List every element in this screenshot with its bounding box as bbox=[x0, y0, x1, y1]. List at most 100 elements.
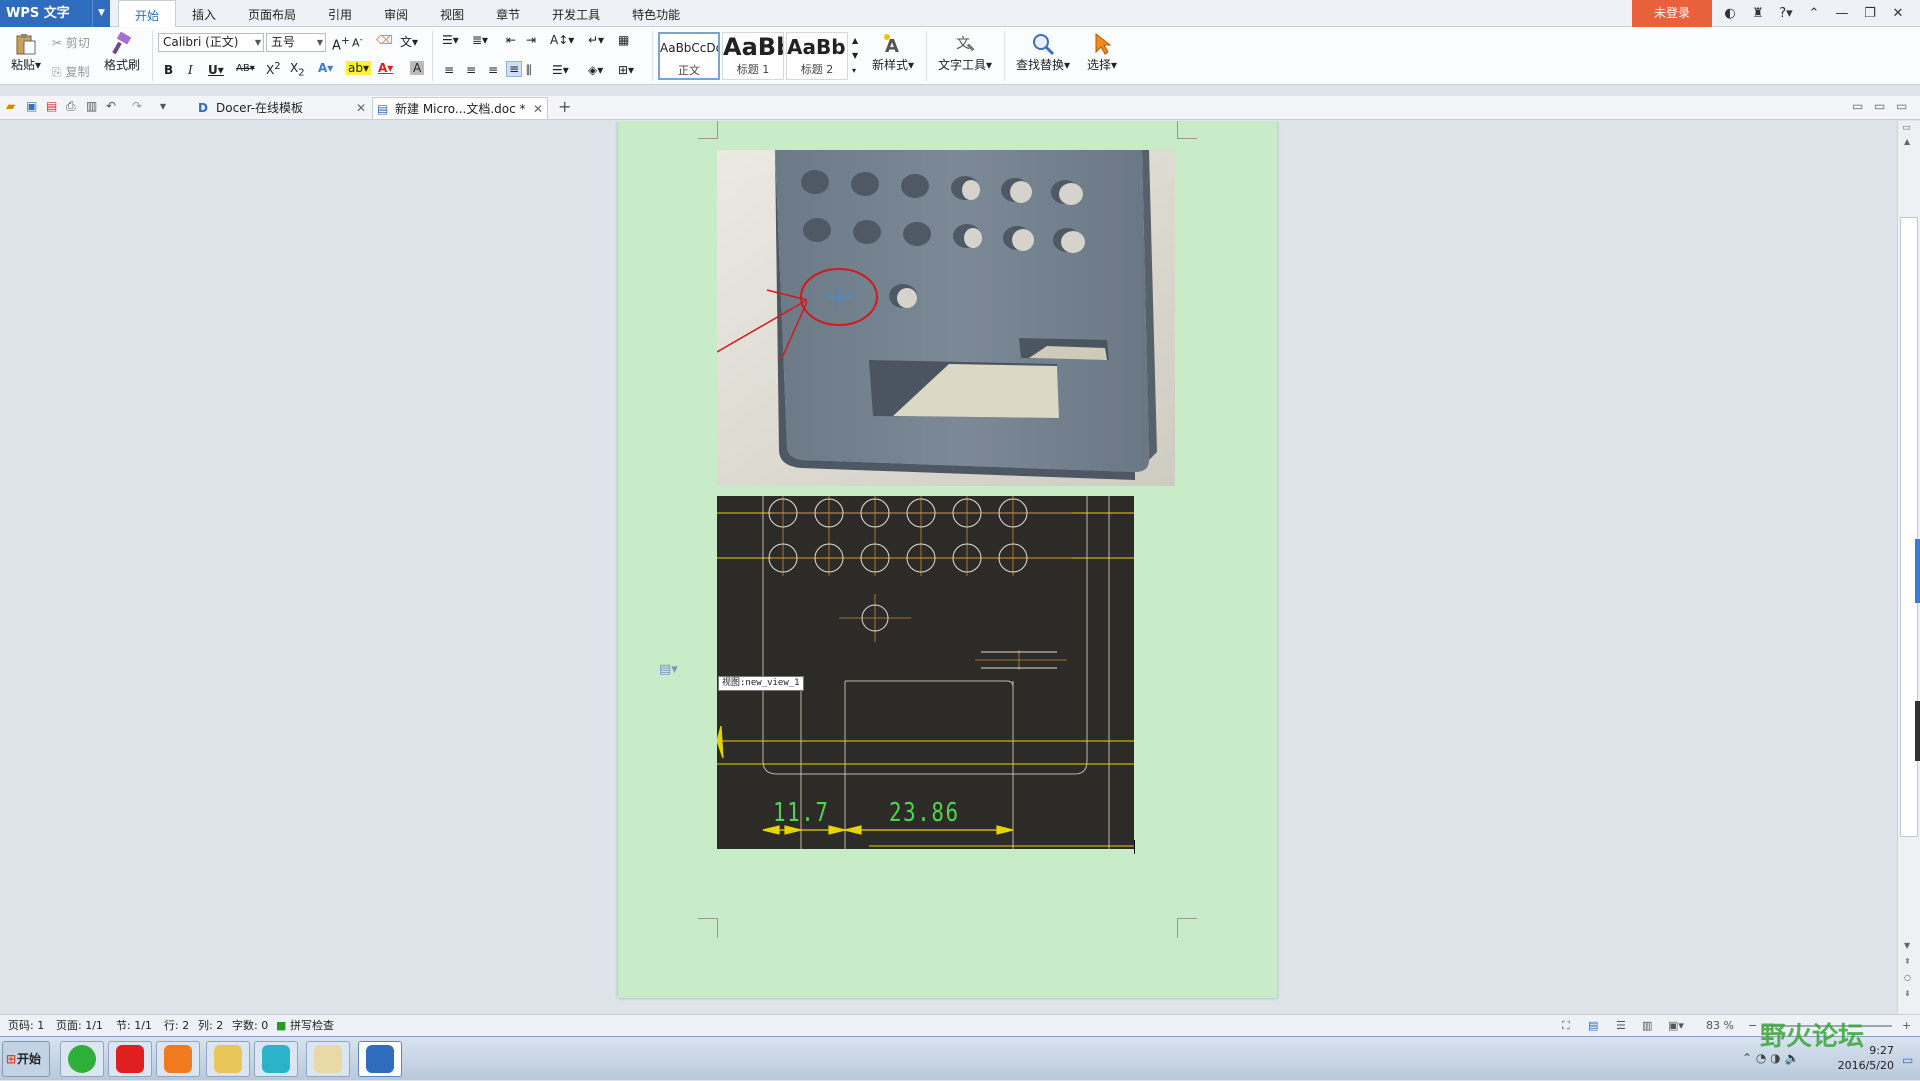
chevron-down-icon[interactable]: ▼ bbox=[92, 0, 110, 27]
tab-docer-templates[interactable]: D Docer-在线模板 ✕ bbox=[194, 97, 370, 119]
tab-home[interactable]: 开始 bbox=[118, 0, 177, 28]
borders-icon[interactable]: ⊞▾ bbox=[618, 63, 634, 77]
open-icon[interactable]: ▰ bbox=[6, 99, 15, 113]
distribute-icon[interactable]: ⫼ bbox=[526, 63, 532, 78]
taskbar-app-red[interactable] bbox=[108, 1041, 152, 1077]
font-name-combo[interactable]: Calibri (正文) ▼ bbox=[158, 33, 264, 52]
split-icon[interactable]: ▭ bbox=[1902, 123, 1911, 133]
taskbar-pdf[interactable] bbox=[156, 1041, 200, 1077]
doc-close-icon[interactable]: ▭ bbox=[1896, 99, 1907, 113]
app-menu-button[interactable]: WPS 文字 ▼ bbox=[0, 0, 110, 27]
bold-icon[interactable]: B bbox=[164, 63, 173, 77]
vertical-scrollbar[interactable]: ▭ ▲ ▼ ⇞ ○ ⇟ bbox=[1897, 121, 1920, 1014]
skin-icon[interactable]: ◐ bbox=[1716, 6, 1744, 21]
export-pdf-icon[interactable]: ▤ bbox=[46, 99, 57, 113]
page-view-icon[interactable]: ▤ bbox=[1588, 1015, 1598, 1037]
side-panel-tab[interactable] bbox=[1915, 539, 1920, 603]
reading-view-icon[interactable]: ▣▾ bbox=[1668, 1015, 1684, 1037]
doc-restore-icon[interactable]: ▭ bbox=[1874, 99, 1885, 113]
line-spacing-icon[interactable]: ☰▾ bbox=[552, 63, 569, 77]
restore-icon[interactable]: ❐ bbox=[1856, 6, 1884, 21]
paste-options-icon[interactable]: ▤▾ bbox=[659, 662, 678, 677]
tray-icons[interactable]: ⌃ ◔ ◑ 🔈 bbox=[1742, 1051, 1799, 1066]
grow-font-icon[interactable]: A+ bbox=[332, 34, 350, 53]
close-tab-icon[interactable]: ✕ bbox=[533, 98, 543, 120]
font-size-combo[interactable]: 五号 ▼ bbox=[266, 33, 326, 52]
align-left-icon[interactable]: ≡ bbox=[444, 63, 454, 77]
status-word-count[interactable]: 字数: 0 bbox=[232, 1015, 268, 1037]
cad-drawing-image[interactable]: 视图:new_view_1 11.7 23.86 bbox=[717, 496, 1134, 849]
close-icon[interactable]: ✕ bbox=[1884, 6, 1912, 21]
tab-chapter[interactable]: 章节 bbox=[480, 0, 536, 27]
scroll-down-icon[interactable]: ▼ bbox=[1904, 941, 1910, 950]
undo-icon[interactable]: ↶ bbox=[106, 99, 116, 113]
zoom-out-icon[interactable]: − bbox=[1748, 1015, 1757, 1037]
char-shading-icon[interactable]: A bbox=[410, 61, 425, 75]
bullet-list-icon[interactable]: ☰▾ bbox=[442, 33, 459, 47]
fullscreen-icon[interactable]: ⛶ bbox=[1562, 1015, 1570, 1037]
new-tab-icon[interactable]: + bbox=[558, 97, 571, 116]
zoom-in-icon[interactable]: + bbox=[1902, 1015, 1911, 1037]
save-icon[interactable]: ▣ bbox=[26, 99, 37, 113]
redo-icon[interactable]: ↷ bbox=[132, 99, 142, 113]
copy-button[interactable]: ⎘ 复制 bbox=[52, 63, 89, 80]
close-tab-icon[interactable]: ✕ bbox=[356, 97, 366, 119]
underline-icon[interactable]: U▾ bbox=[208, 63, 224, 77]
tab-special[interactable]: 特色功能 bbox=[616, 0, 696, 27]
shading-icon[interactable]: ◈▾ bbox=[588, 63, 603, 77]
table-icon[interactable]: ▦ bbox=[618, 33, 629, 47]
phonetic-icon[interactable]: 文▾ bbox=[400, 33, 418, 50]
italic-icon[interactable]: I bbox=[188, 63, 193, 77]
next-page-icon[interactable]: ⇟ bbox=[1904, 989, 1911, 998]
taskbar-paint[interactable] bbox=[306, 1041, 350, 1077]
tab-list-icon[interactable]: ▭ bbox=[1852, 99, 1863, 113]
highlight-icon[interactable]: ab▾ bbox=[346, 61, 371, 75]
shirt-icon[interactable]: ♜ bbox=[1744, 6, 1772, 21]
taskbar-browser[interactable] bbox=[60, 1041, 104, 1077]
tab-developer[interactable]: 开发工具 bbox=[536, 0, 616, 27]
new-style-button[interactable]: A 新样式▾ bbox=[868, 32, 918, 73]
zoom-level[interactable]: 83 % bbox=[1706, 1015, 1734, 1037]
tab-insert[interactable]: 插入 bbox=[176, 0, 232, 27]
taskbar-wps-writer[interactable] bbox=[358, 1041, 402, 1077]
start-button[interactable]: ⊞ 开始 bbox=[2, 1041, 50, 1077]
subscript-icon[interactable]: X2 bbox=[290, 61, 305, 78]
tab-references[interactable]: 引用 bbox=[312, 0, 368, 27]
style-normal[interactable]: AaBbCcDd 正文 bbox=[658, 32, 720, 80]
taskbar-explorer[interactable] bbox=[206, 1041, 250, 1077]
text-direction-icon[interactable]: A↕▾ bbox=[550, 33, 574, 47]
outline-view-icon[interactable]: ☰ bbox=[1616, 1015, 1626, 1037]
customize-icon[interactable]: ▾ bbox=[160, 99, 166, 113]
paste-button[interactable]: 粘贴▾ bbox=[8, 32, 44, 73]
text-effect-icon[interactable]: A▾ bbox=[318, 61, 333, 75]
prev-page-icon[interactable]: ⇞ bbox=[1904, 957, 1911, 966]
font-color-icon[interactable]: A▾ bbox=[378, 61, 393, 75]
align-right-icon[interactable]: ≡ bbox=[488, 63, 498, 77]
help-icon[interactable]: ?▾ bbox=[1772, 6, 1800, 21]
tab-view[interactable]: 视图 bbox=[424, 0, 480, 27]
format-painter-button[interactable]: 格式刷 bbox=[100, 32, 144, 73]
text-tools-button[interactable]: 文 文字工具▾ bbox=[934, 32, 996, 73]
find-replace-button[interactable]: 查找替换▾ bbox=[1012, 32, 1074, 73]
decrease-indent-icon[interactable]: ⇤ bbox=[506, 33, 516, 47]
tab-current-document[interactable]: ▤ 新建 Micro...文档.doc * ✕ bbox=[372, 97, 548, 119]
superscript-icon[interactable]: X2 bbox=[266, 61, 281, 77]
side-panel-tab[interactable] bbox=[1915, 701, 1920, 761]
strikethrough-icon[interactable]: AB▾ bbox=[236, 63, 255, 74]
style-gallery-scroll[interactable]: ▲ ▼ ▾ bbox=[852, 33, 858, 78]
web-view-icon[interactable]: ▥ bbox=[1642, 1015, 1652, 1037]
taskbar-app-cyan[interactable] bbox=[254, 1041, 298, 1077]
increase-indent-icon[interactable]: ⇥ bbox=[526, 33, 536, 47]
select-button[interactable]: 选择▾ bbox=[1080, 32, 1124, 73]
cut-button[interactable]: ✂ 剪切 bbox=[52, 34, 90, 51]
document-page[interactable]: 视图:new_view_1 11.7 23.86 bbox=[618, 121, 1277, 998]
justify-icon[interactable]: ≡ bbox=[506, 61, 523, 77]
browse-object-icon[interactable]: ○ bbox=[1904, 973, 1911, 982]
show-marks-icon[interactable]: ↵▾ bbox=[588, 33, 604, 47]
clear-format-icon[interactable]: ⌫ bbox=[376, 33, 393, 47]
tab-page-layout[interactable]: 页面布局 bbox=[232, 0, 312, 27]
style-heading-1[interactable]: AaBb 标题 1 bbox=[722, 32, 784, 80]
status-spellcheck[interactable]: 拼写检查 bbox=[290, 1015, 334, 1037]
minimize-icon[interactable]: — bbox=[1828, 6, 1856, 21]
scroll-up-icon[interactable]: ▲ bbox=[1904, 137, 1910, 146]
